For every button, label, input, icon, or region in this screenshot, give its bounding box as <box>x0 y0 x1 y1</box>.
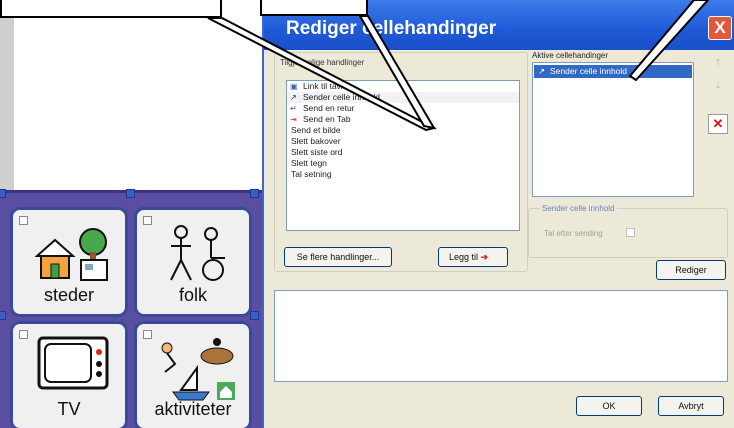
callout-pointers <box>207 0 710 132</box>
